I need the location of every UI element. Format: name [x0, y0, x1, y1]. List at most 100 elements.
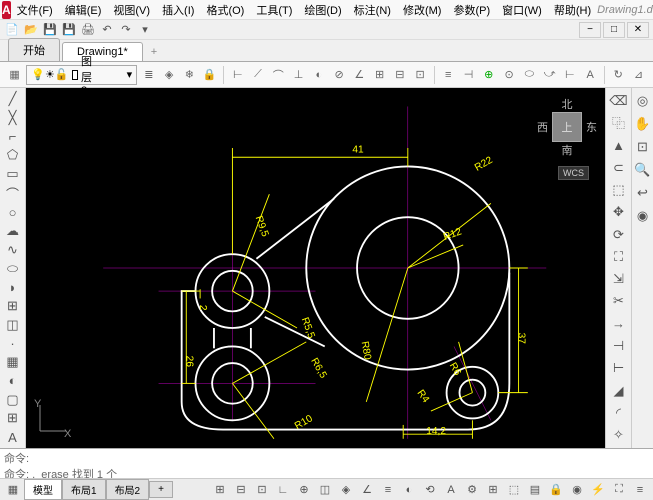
menu-item[interactable]: 标注(N)	[348, 0, 397, 20]
wcs-badge[interactable]: WCS	[558, 166, 589, 180]
copy-icon[interactable]: ⿻	[608, 112, 630, 133]
menu-item[interactable]: 文件(F)	[11, 0, 59, 20]
dim-arc-icon[interactable]: ⌒	[270, 65, 287, 85]
undo-icon[interactable]: ↶	[99, 22, 115, 38]
open-icon[interactable]: 📂	[23, 22, 39, 38]
menu-item[interactable]: 窗口(W)	[496, 0, 548, 20]
scale-icon[interactable]: ⛶	[608, 246, 630, 267]
dim-radius-icon[interactable]: ◐	[310, 65, 327, 85]
cleanscreen-icon[interactable]: ⛶	[610, 481, 628, 499]
hatch-icon[interactable]: ▦	[2, 353, 24, 371]
doc-maximize-button[interactable]: □	[603, 22, 625, 38]
zoom-extents-icon[interactable]: ⊡	[632, 136, 653, 158]
polyline-icon[interactable]: ⌐	[2, 127, 24, 145]
ortho-icon[interactable]: ∟	[274, 481, 292, 499]
dim-update-icon[interactable]: ↻	[610, 65, 627, 85]
menu-item[interactable]: 格式(O)	[200, 0, 250, 20]
insert-icon[interactable]: ⊞	[2, 297, 24, 315]
transparency-icon[interactable]: ◐	[400, 481, 418, 499]
inspect-icon[interactable]: ⬭	[521, 65, 538, 85]
polar-icon[interactable]: ⊕	[295, 481, 313, 499]
tolerance-icon[interactable]: ⊕	[480, 65, 497, 85]
ellipse-arc-icon[interactable]: ◗	[2, 278, 24, 296]
annomon-icon[interactable]: ⊞	[484, 481, 502, 499]
app-logo[interactable]: A	[2, 1, 11, 19]
model-paper-icon[interactable]: ⊞	[211, 481, 229, 499]
tab-add-button[interactable]: +	[145, 43, 163, 61]
tab-start[interactable]: 开始	[8, 38, 60, 61]
dim-angular-icon[interactable]: ∠	[351, 65, 368, 85]
move-icon[interactable]: ✥	[608, 202, 630, 223]
grid-icon[interactable]: ▦	[4, 481, 22, 499]
erase-icon[interactable]: ⌫	[608, 90, 630, 111]
tab-layout-add[interactable]: +	[149, 481, 173, 498]
saveas-icon[interactable]: 💾	[61, 22, 77, 38]
layer-freeze-icon[interactable]: ❄	[181, 65, 198, 85]
doc-minimize-button[interactable]: −	[579, 22, 601, 38]
command-line[interactable]: 命令: 命令: ._erase 找到 1 个	[0, 448, 653, 478]
trim-icon[interactable]: ✂	[608, 291, 630, 312]
zoom-window-icon[interactable]: 🔍	[632, 159, 653, 181]
menu-item[interactable]: 视图(V)	[107, 0, 156, 20]
viewcube[interactable]: 北 西 上 东 南	[537, 96, 597, 156]
menu-item[interactable]: 绘图(D)	[298, 0, 347, 20]
tab-model[interactable]: 模型	[24, 479, 62, 500]
rectangle-icon[interactable]: ▭	[2, 165, 24, 183]
grid-toggle-icon[interactable]: ⊟	[232, 481, 250, 499]
xline-icon[interactable]: ╳	[2, 109, 24, 127]
dim-diameter-icon[interactable]: ⊘	[330, 65, 347, 85]
ellipse-icon[interactable]: ⬭	[2, 260, 24, 278]
point-icon[interactable]: ·	[2, 335, 24, 353]
lweight-icon[interactable]: ≡	[379, 481, 397, 499]
qat-dropdown-icon[interactable]: ▾	[137, 22, 153, 38]
pan-icon[interactable]: ✋	[632, 113, 653, 135]
arc-icon[interactable]: ⌒	[2, 184, 24, 203]
menu-item[interactable]: 编辑(E)	[59, 0, 108, 20]
layer-selector[interactable]: 💡 ☀ 🔓 图层2 ▾	[26, 65, 137, 85]
join-icon[interactable]: ⊢	[608, 358, 630, 379]
workspace-icon[interactable]: ⚙	[463, 481, 481, 499]
gradient-icon[interactable]: ◐	[2, 372, 24, 390]
rotate-icon[interactable]: ⟳	[608, 224, 630, 245]
wheel-icon[interactable]: ◎	[632, 90, 653, 112]
otrack-icon[interactable]: ∠	[358, 481, 376, 499]
osnap-icon[interactable]: ◫	[316, 481, 334, 499]
stretch-icon[interactable]: ⇲	[608, 269, 630, 290]
3dosnap-icon[interactable]: ◈	[337, 481, 355, 499]
tab-layout2[interactable]: 布局2	[106, 479, 150, 500]
line-icon[interactable]: ╱	[2, 90, 24, 108]
orbit-icon[interactable]: ◉	[632, 205, 653, 227]
revcloud-icon[interactable]: ☁	[2, 222, 24, 240]
cycling-icon[interactable]: ⟲	[421, 481, 439, 499]
polygon-icon[interactable]: ⬠	[2, 146, 24, 164]
tab-drawing1[interactable]: Drawing1*	[62, 42, 143, 61]
menu-item[interactable]: 帮助(H)	[548, 0, 597, 20]
dim-continue-icon[interactable]: ⊡	[412, 65, 429, 85]
region-icon[interactable]: ▢	[2, 391, 24, 409]
mirror-icon[interactable]: ▲	[608, 135, 630, 156]
dim-ordinate-icon[interactable]: ⊥	[290, 65, 307, 85]
dim-space-icon[interactable]: ≡	[440, 65, 457, 85]
zoom-prev-icon[interactable]: ↩	[632, 182, 653, 204]
viewcube-top[interactable]: 上	[552, 112, 582, 142]
explode-icon[interactable]: ✧	[608, 425, 630, 446]
dim-break-icon[interactable]: ⊣	[460, 65, 477, 85]
doc-close-button[interactable]: ✕	[627, 22, 649, 38]
layer-states-icon[interactable]: ≣	[140, 65, 157, 85]
lock-ui-icon[interactable]: 🔒	[547, 481, 565, 499]
fillet-icon[interactable]: ◜	[608, 402, 630, 423]
dim-quick-icon[interactable]: ⊞	[371, 65, 388, 85]
break-icon[interactable]: ⊣	[608, 335, 630, 356]
spline-icon[interactable]: ∿	[2, 241, 24, 259]
units-icon[interactable]: ⬚	[505, 481, 523, 499]
dim-tedit-icon[interactable]: A	[581, 65, 598, 85]
mtext-icon[interactable]: A	[2, 428, 24, 446]
dim-style-icon[interactable]: ⊿	[630, 65, 647, 85]
isolate-icon[interactable]: ◉	[568, 481, 586, 499]
layer-lock-icon[interactable]: 🔒	[201, 65, 218, 85]
save-icon[interactable]: 💾	[42, 22, 58, 38]
offset-icon[interactable]: ⊂	[608, 157, 630, 178]
center-mark-icon[interactable]: ⊙	[500, 65, 517, 85]
annotation-icon[interactable]: A	[442, 481, 460, 499]
chamfer-icon[interactable]: ◢	[608, 380, 630, 401]
